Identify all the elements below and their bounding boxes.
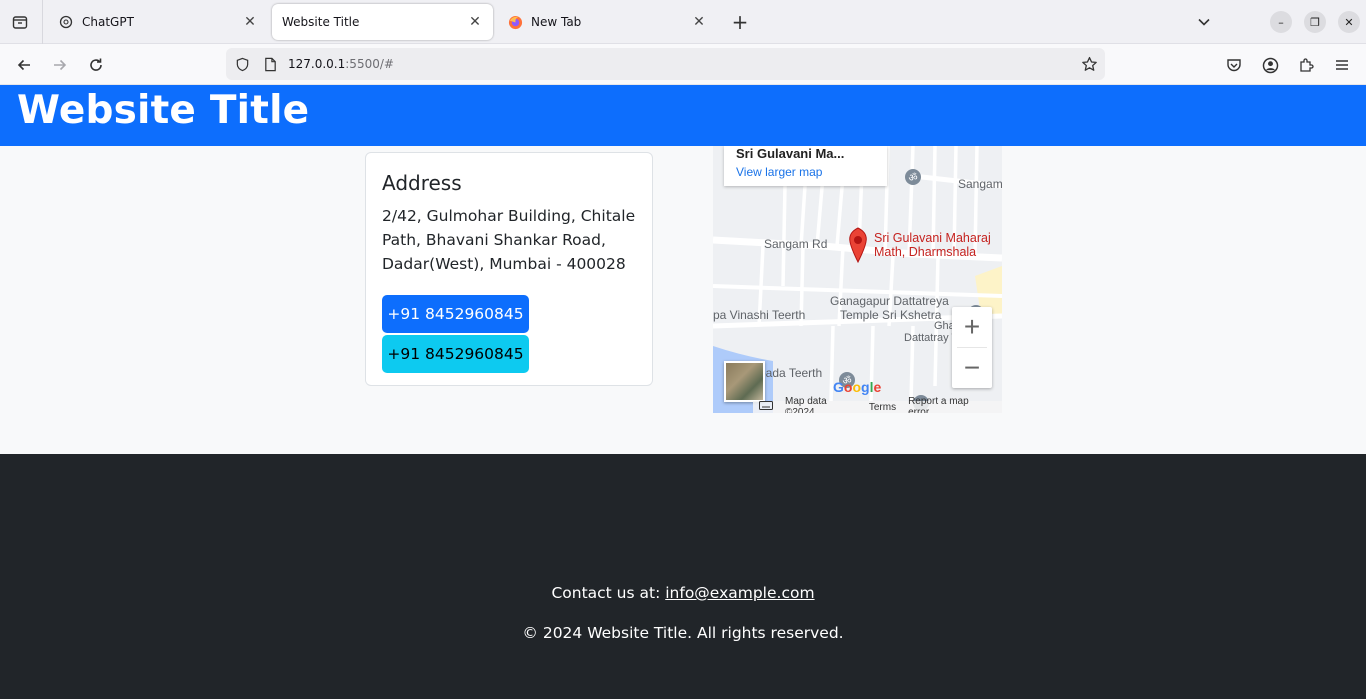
tab-title: ChatGPT (82, 15, 134, 29)
chevron-down-icon[interactable] (1192, 10, 1216, 34)
address-text: 2/42, Gulmohar Building, Chitale Path, B… (382, 207, 636, 273)
url-host: 127.0.0.1 (288, 57, 346, 71)
reload-icon[interactable] (83, 52, 109, 78)
map-place-name: Sri Gulavani Ma... (736, 146, 845, 161)
zoom-controls: + − (952, 307, 992, 388)
extensions-icon[interactable] (1293, 52, 1319, 78)
map-data-text: Map data ©2024 (785, 396, 827, 413)
embedded-map[interactable]: ॐ ॐ Sri Gulavani Maharaj Math, Dharmshal… (713, 146, 1002, 413)
map-attribution: Map data ©2024 Terms Report a map error (753, 396, 1002, 413)
address-heading: Address (382, 171, 462, 195)
chatgpt-icon (58, 14, 74, 30)
site-header: Website Title (0, 85, 1366, 146)
tab-chatgpt[interactable]: ChatGPT ✕ (48, 4, 268, 40)
map-label-vinashi: pa Vinashi Teerth (713, 308, 806, 322)
map-label-ganagapur-2: Temple Sri Kshetra (840, 308, 942, 322)
page-icon[interactable] (262, 56, 278, 72)
tab-title: New Tab (531, 15, 582, 29)
email-link[interactable]: info@example.com (665, 584, 814, 602)
phone-primary-button[interactable]: +91 8452960845 (382, 295, 529, 333)
new-tab-icon[interactable]: + (728, 10, 752, 34)
view-larger-map-link[interactable]: View larger map (736, 165, 822, 179)
forward-arrow-icon[interactable] (47, 52, 73, 78)
zoom-in-button[interactable]: + (952, 307, 992, 347)
phone-secondary-button[interactable]: +91 8452960845 (382, 335, 529, 373)
shield-icon[interactable] (234, 56, 250, 72)
firefox-icon (507, 14, 523, 30)
map-label-sangam-rd: Sangam Rd (764, 237, 828, 251)
close-icon[interactable]: ✕ (691, 14, 707, 30)
browser-tab-bar: ChatGPT ✕ Website Title ✕ New Tab ✕ + – … (0, 0, 1366, 44)
footer-copyright: © 2024 Website Title. All rights reserve… (522, 624, 844, 642)
google-logo: Google (833, 379, 882, 395)
url-bar[interactable]: 127.0.0.1:5500/# (226, 48, 1105, 80)
star-icon[interactable] (1079, 54, 1099, 74)
close-icon[interactable]: ✕ (242, 14, 258, 30)
contact-prefix: Contact us at: (551, 584, 666, 602)
marker-label-line-2: Math, Dharmshala (874, 245, 977, 259)
footer-contact: Contact us at: info@example.com (0, 584, 1366, 602)
satellite-toggle[interactable] (724, 361, 765, 402)
site-footer: Contact us at: info@example.com © 2024 W… (0, 454, 1366, 699)
tab-website-title[interactable]: Website Title ✕ (272, 4, 493, 40)
map-place-card: Sri Gulavani Ma... View larger map (724, 146, 887, 186)
restore-icon[interactable]: ❐ (1304, 11, 1326, 33)
map-label-sangam: Sangam (958, 177, 1002, 191)
close-icon[interactable]: ✕ (467, 14, 483, 30)
back-arrow-icon[interactable] (11, 52, 37, 78)
url-text[interactable]: 127.0.0.1:5500/# (288, 57, 394, 71)
browser-nav-bar: 127.0.0.1:5500/# (0, 44, 1366, 85)
account-icon[interactable] (1257, 52, 1283, 78)
zoom-out-button[interactable]: − (952, 348, 992, 388)
tab-separator (42, 0, 43, 44)
marker-label-line-1: Sri Gulavani Maharaj (874, 231, 991, 245)
report-map-error-link[interactable]: Report a map error (908, 396, 990, 413)
keyboard-icon[interactable] (759, 401, 773, 413)
url-path: :5500/# (345, 57, 394, 71)
map-label-ganagapur-1: Ganagapur Dattatreya (830, 294, 949, 308)
map-label-pada-teerth: pada Teerth (759, 366, 823, 380)
pocket-icon[interactable] (1221, 52, 1247, 78)
map-terms-link[interactable]: Terms (869, 402, 896, 413)
close-window-icon[interactable]: ✕ (1338, 11, 1360, 33)
menu-icon[interactable] (1329, 52, 1355, 78)
minimize-icon[interactable]: – (1270, 11, 1292, 33)
firefox-view-icon[interactable] (8, 10, 32, 34)
tab-new-tab[interactable]: New Tab ✕ (497, 4, 717, 40)
page-title: Website Title (17, 88, 310, 133)
address-card: Address 2/42, Gulmohar Building, Chitale… (365, 152, 653, 386)
svg-text:ॐ: ॐ (908, 172, 917, 184)
tab-title: Website Title (282, 15, 360, 29)
